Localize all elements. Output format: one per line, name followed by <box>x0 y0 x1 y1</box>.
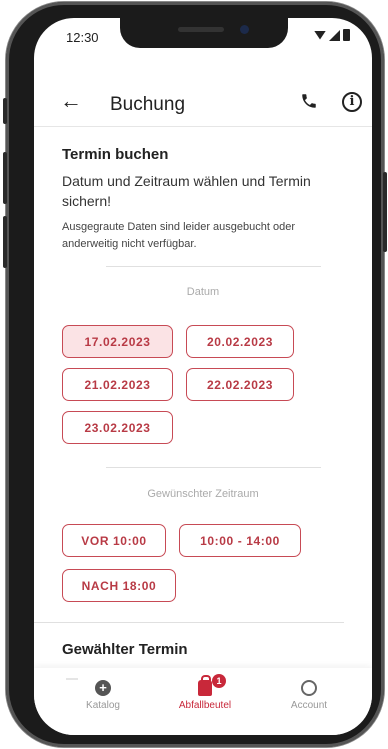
section-divider <box>106 467 321 468</box>
app-bar: ← Buchung i <box>34 80 372 124</box>
info-icon[interactable]: i <box>342 92 362 112</box>
booking-content: Termin buchen Datum und Zeitraum wählen … <box>62 136 344 253</box>
volume-up-button <box>3 152 7 204</box>
screen: 12:30 ← Buchung i Termin buchen Datum un… <box>34 18 372 735</box>
section-divider <box>34 622 344 623</box>
phone-icon[interactable] <box>300 92 318 115</box>
page-title: Buchung <box>110 94 186 115</box>
date-section-label: Datum <box>186 286 220 298</box>
section-divider <box>106 266 321 267</box>
nav-item-abfallbeutel[interactable]: 1 Abfallbeutel <box>160 674 250 711</box>
battery-icon <box>343 29 350 41</box>
date-chip[interactable]: 21.02.2023 <box>62 368 173 401</box>
time-slot-chip[interactable]: NACH 18:00 <box>62 569 176 602</box>
wifi-icon <box>314 30 326 40</box>
nav-item-account[interactable]: Account <box>264 680 354 711</box>
time-slot-chip[interactable]: VOR 10:00 <box>62 524 166 557</box>
mute-switch <box>3 98 7 124</box>
phone-frame: 12:30 ← Buchung i Termin buchen Datum un… <box>3 2 387 747</box>
volume-down-button <box>3 216 7 268</box>
status-time: 12:30 <box>66 30 99 45</box>
status-icons <box>314 29 350 41</box>
account-icon <box>301 680 317 696</box>
time-section-label: Gewünschter Zeitraum <box>147 488 259 500</box>
camera <box>240 25 249 34</box>
power-button <box>383 172 387 252</box>
selected-appointment-heading: Gewählter Termin <box>62 641 188 658</box>
nav-label: Abfallbeutel <box>178 700 232 711</box>
plus-circle-icon: + <box>95 680 111 696</box>
notch <box>120 18 288 48</box>
nav-label: Account <box>290 700 328 711</box>
date-chip[interactable]: 23.02.2023 <box>62 411 173 444</box>
cart-badge: 1 <box>212 674 226 688</box>
nav-label: Katalog <box>86 700 120 711</box>
speaker <box>178 27 224 32</box>
date-chip[interactable]: 22.02.2023 <box>186 368 294 401</box>
app-bar-divider <box>34 126 372 127</box>
availability-note: Ausgegraute Daten sind leider ausgebucht… <box>62 221 295 250</box>
signal-icon <box>329 29 340 41</box>
date-chip[interactable]: 20.02.2023 <box>186 325 294 358</box>
time-slot-chip[interactable]: 10:00 - 14:00 <box>179 524 301 557</box>
arrow-left-icon[interactable]: ← <box>60 88 82 114</box>
bag-icon <box>198 675 212 696</box>
bottom-navigation: + Katalog 1 Abfallbeutel Account <box>34 668 372 735</box>
nav-item-katalog[interactable]: + Katalog <box>58 680 148 711</box>
booking-description: Datum und Zeitraum wählen und Termin sic… <box>62 173 311 209</box>
date-chip-selected[interactable]: 17.02.2023 <box>62 325 173 358</box>
booking-heading: Termin buchen <box>62 146 169 163</box>
